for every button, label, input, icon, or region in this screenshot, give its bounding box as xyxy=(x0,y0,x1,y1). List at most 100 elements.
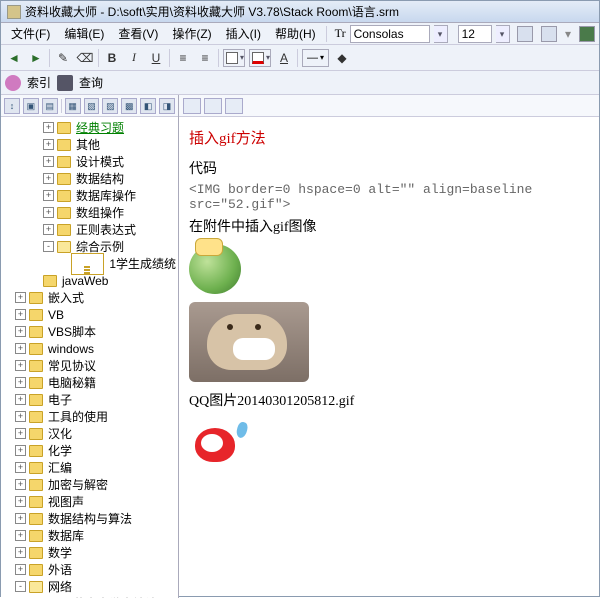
expand-icon[interactable]: + xyxy=(15,530,26,541)
expand-icon[interactable]: + xyxy=(15,479,26,490)
save-icon[interactable] xyxy=(579,26,595,42)
tree-item[interactable]: +数据结构 xyxy=(1,170,178,187)
tree-item[interactable]: +汉化 xyxy=(1,425,178,442)
tree-item[interactable]: +工具的使用 xyxy=(1,408,178,425)
closed-folder-icon xyxy=(29,377,43,389)
tree-item[interactable]: +VB xyxy=(1,306,178,323)
expand-icon[interactable]: + xyxy=(43,224,54,235)
tree-item[interactable]: 1学生成绩统 xyxy=(1,255,178,272)
expand-icon[interactable]: - xyxy=(15,581,26,592)
ctool-1[interactable] xyxy=(183,98,201,114)
font-size-input[interactable] xyxy=(458,25,492,43)
expand-icon[interactable]: + xyxy=(43,139,54,150)
font-name-input[interactable] xyxy=(350,25,430,43)
tree-item[interactable]: +化学 xyxy=(1,442,178,459)
tree-item[interactable]: +VBS脚本 xyxy=(1,323,178,340)
tree-item[interactable]: javaWeb xyxy=(1,272,178,289)
tree-item[interactable]: +经典习题 xyxy=(1,119,178,136)
expand-icon[interactable]: + xyxy=(15,428,26,439)
tree-item[interactable]: +嵌入式 xyxy=(1,289,178,306)
misc-icon[interactable]: ◆ xyxy=(333,49,351,67)
tree-item[interactable]: +数组操作 xyxy=(1,204,178,221)
tree-item[interactable]: +正则表达式 xyxy=(1,221,178,238)
tree-item[interactable]: +windows xyxy=(1,340,178,357)
tree-item[interactable]: +数据结构与算法 xyxy=(1,510,178,527)
titlebar: 资料收藏大师 - D:\soft\实用\资料收藏大师 V3.78\Stack R… xyxy=(1,1,599,23)
underline-button[interactable]: U xyxy=(147,49,165,67)
tab-search[interactable]: 查询 xyxy=(79,74,103,91)
menu-file[interactable]: 文件(F) xyxy=(5,23,56,44)
font-size-dropdown[interactable]: ▾ xyxy=(496,25,510,43)
expand-icon[interactable]: + xyxy=(15,462,26,473)
expand-icon[interactable]: + xyxy=(15,547,26,558)
nav-back-icon[interactable]: ◄ xyxy=(5,49,23,67)
expand-icon[interactable]: + xyxy=(15,326,26,337)
tree-tool-9[interactable]: ◨ xyxy=(159,98,175,114)
tree-item[interactable]: +数据库 xyxy=(1,527,178,544)
tree-item[interactable]: +电子 xyxy=(1,391,178,408)
expand-icon[interactable]: + xyxy=(43,173,54,184)
menu-edit[interactable]: 编辑(E) xyxy=(58,23,110,44)
tree-item[interactable]: - 网络 xyxy=(1,578,178,595)
tree-item[interactable]: +外语 xyxy=(1,561,178,578)
tool-icon-2[interactable] xyxy=(541,26,557,42)
expand-icon[interactable]: + xyxy=(15,513,26,524)
tree-tool-6[interactable]: ▨ xyxy=(102,98,118,114)
expand-icon[interactable]: + xyxy=(15,377,26,388)
tree-tool-7[interactable]: ▩ xyxy=(121,98,137,114)
tree-item[interactable]: +视图声 xyxy=(1,493,178,510)
tree-item[interactable]: +数学 xyxy=(1,544,178,561)
expand-icon[interactable]: + xyxy=(15,496,26,507)
expand-icon[interactable]: + xyxy=(15,394,26,405)
tree-item[interactable]: +常见协议 xyxy=(1,357,178,374)
tree-item[interactable]: +加密与解密 xyxy=(1,476,178,493)
italic-button[interactable]: I xyxy=(125,49,143,67)
menu-view[interactable]: 查看(V) xyxy=(112,23,164,44)
closed-folder-icon xyxy=(29,530,43,542)
expand-icon[interactable]: + xyxy=(15,564,26,575)
font-name-dropdown[interactable]: ▾ xyxy=(434,25,448,43)
expand-icon[interactable]: + xyxy=(15,292,26,303)
expand-icon[interactable]: + xyxy=(15,411,26,422)
tree-item[interactable]: +数据库操作 xyxy=(1,187,178,204)
forecolor-button[interactable]: ▾ xyxy=(249,49,271,67)
expand-icon[interactable]: + xyxy=(15,343,26,354)
bold-button[interactable]: B xyxy=(103,49,121,67)
ctool-2[interactable] xyxy=(204,98,222,114)
tool-a[interactable]: ✎ xyxy=(54,49,72,67)
linestyle-button[interactable]: —▾ xyxy=(302,49,329,67)
tree-tool-1[interactable]: ↕ xyxy=(4,98,20,114)
tree-tool-3[interactable]: ▤ xyxy=(42,98,58,114)
expand-icon[interactable]: + xyxy=(15,360,26,371)
doc-line-3: QQ图片20140301205812.gif xyxy=(189,390,589,410)
expand-icon[interactable]: + xyxy=(43,190,54,201)
tree-item[interactable]: +电脑秘籍 xyxy=(1,374,178,391)
font-a-button[interactable]: A xyxy=(275,49,293,67)
ctool-3[interactable] xyxy=(225,98,243,114)
bgcolor-button[interactable]: ▾ xyxy=(223,49,245,67)
tree-item[interactable]: +设计模式 xyxy=(1,153,178,170)
expand-icon[interactable]: + xyxy=(15,445,26,456)
tree-tool-4[interactable]: ▦ xyxy=(65,98,81,114)
menu-insert[interactable]: 插入(I) xyxy=(220,23,267,44)
expand-icon[interactable]: + xyxy=(15,309,26,320)
tree-tool-8[interactable]: ◧ xyxy=(140,98,156,114)
folder-tree[interactable]: +经典习题+其他+设计模式+数据结构+数据库操作+数组操作+正则表达式-综合示例… xyxy=(1,117,178,598)
align-center-icon[interactable]: ≡ xyxy=(196,49,214,67)
nav-fwd-icon[interactable]: ► xyxy=(27,49,45,67)
tab-index[interactable]: 索引 xyxy=(27,74,51,91)
tree-item[interactable]: +汇编 xyxy=(1,459,178,476)
tool-b[interactable]: ⌫ xyxy=(76,49,94,67)
expand-icon[interactable]: - xyxy=(43,241,54,252)
menu-action[interactable]: 操作(Z) xyxy=(166,23,217,44)
expand-icon[interactable]: + xyxy=(43,156,54,167)
tree-item[interactable]: +其他 xyxy=(1,136,178,153)
tree-tool-2[interactable]: ▣ xyxy=(23,98,39,114)
expand-icon[interactable]: + xyxy=(43,122,54,133)
menu-help[interactable]: 帮助(H) xyxy=(269,23,322,44)
tree-label: 网络 xyxy=(46,578,74,595)
tree-tool-5[interactable]: ▧ xyxy=(84,98,100,114)
tool-icon-1[interactable] xyxy=(517,26,533,42)
expand-icon[interactable]: + xyxy=(43,207,54,218)
align-left-icon[interactable]: ≡ xyxy=(174,49,192,67)
